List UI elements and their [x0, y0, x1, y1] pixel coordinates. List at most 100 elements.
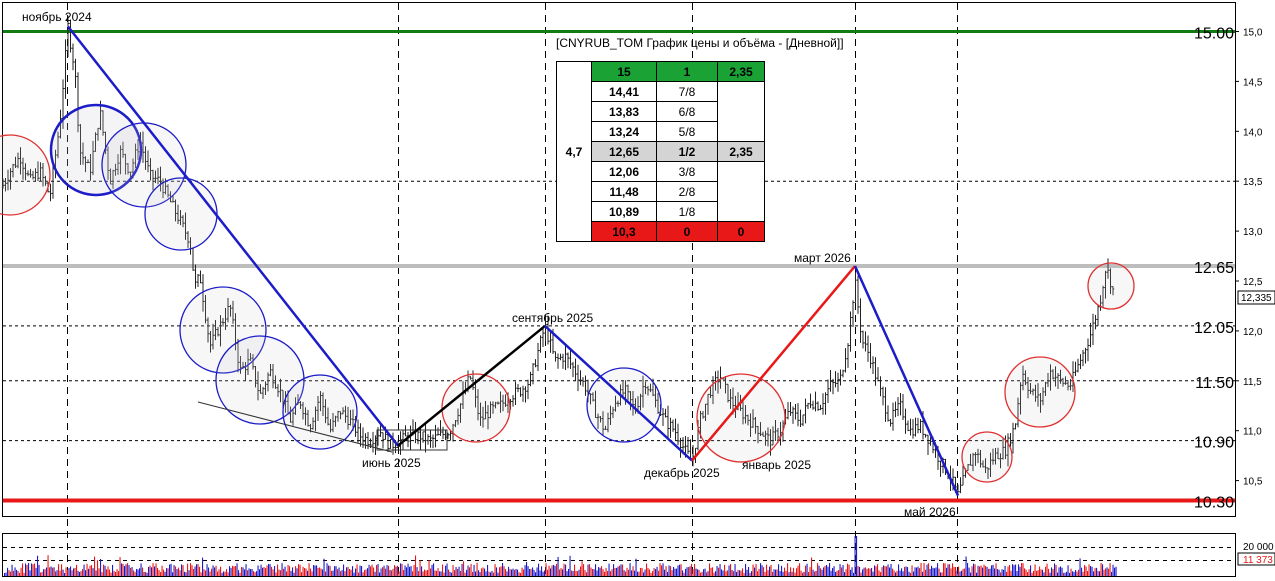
volume-bar: [745, 563, 747, 576]
volume-bar: [235, 566, 237, 576]
volume-bar: [932, 567, 934, 576]
volume-bar: [608, 563, 610, 576]
gann-fraction: 1/8: [656, 201, 718, 222]
volume-bar: [997, 569, 999, 576]
gann-range: [717, 161, 765, 182]
last-price-marker: 12,335: [1237, 290, 1275, 305]
candle: [514, 381, 517, 405]
candle: [49, 183, 52, 202]
volume-bar: [1105, 568, 1107, 576]
volume-bar: [1087, 570, 1089, 576]
date-separators: [67, 3, 958, 576]
volume-bar: [424, 569, 426, 576]
volume-bar: [107, 566, 109, 576]
volume-bar: [826, 565, 828, 576]
volume-bar: [829, 563, 831, 576]
volume-bar: [562, 569, 564, 576]
volume-bar: [248, 568, 250, 576]
volume-bar: [718, 567, 720, 576]
volume-bar: [68, 568, 70, 576]
cluster-circle: [0, 134, 51, 216]
volume-bar: [1051, 567, 1053, 576]
candle: [71, 43, 75, 71]
volume-bar: [259, 569, 261, 576]
volume-bar: [310, 568, 312, 576]
volume-bar: [629, 563, 631, 576]
volume-bar: [889, 567, 891, 576]
volume-bar: [560, 567, 562, 576]
volume-bar: [833, 566, 835, 576]
volume-bar: [146, 572, 148, 576]
y-tick-label: 11,0: [1243, 427, 1262, 438]
volume-bar: [490, 572, 492, 576]
volume-last-label: 11 373: [1243, 555, 1273, 566]
volume-bar: [581, 561, 583, 576]
candle: [566, 352, 570, 369]
volume-bar: [985, 566, 987, 576]
volume-bar: [226, 569, 228, 576]
volume-bar: [887, 564, 889, 576]
volume-bar: [529, 569, 531, 576]
volume-bar: [1045, 566, 1047, 576]
volume-bar: [365, 569, 367, 576]
volume-bar: [476, 562, 478, 576]
volume-bar: [1079, 558, 1081, 576]
volume-bar: [656, 566, 658, 576]
volume-bar: [743, 572, 745, 576]
volume-bar: [781, 565, 783, 576]
volume-bar: [512, 568, 514, 576]
volume-bar: [223, 571, 225, 576]
volume-bar: [923, 563, 925, 576]
gann-price: 15: [591, 61, 657, 82]
volume-bar: [103, 564, 105, 576]
candle: [1011, 422, 1015, 454]
volume-bar: [590, 567, 592, 576]
volume-bar: [326, 563, 328, 576]
volume-bar: [700, 572, 702, 576]
candle: [851, 300, 855, 327]
volume-bar: [521, 567, 523, 576]
volume-bar: [505, 569, 507, 576]
candle: [404, 425, 407, 437]
volume-bar: [478, 570, 480, 576]
gann-side-label: 4,7: [556, 61, 592, 242]
volume-bar: [862, 569, 864, 576]
volume-bar: [148, 566, 150, 576]
volume-bar: [898, 564, 900, 576]
candle: [896, 397, 900, 417]
gann-range: [717, 181, 765, 202]
volume-bar: [116, 569, 118, 576]
volume-bar: [739, 570, 741, 576]
volume-bar: [931, 565, 933, 576]
cluster-circle: [696, 373, 786, 463]
volume-bar: [1040, 569, 1042, 576]
volume-bar: [334, 566, 336, 576]
swing-label: март 2026: [794, 251, 851, 265]
volume-bar: [1028, 569, 1030, 576]
volume-bar: [101, 572, 103, 576]
candle: [1079, 354, 1082, 370]
volume-bar: [5, 572, 7, 576]
volume-bar: [253, 571, 255, 576]
volume-bar: [1001, 569, 1003, 576]
volume-bar: [703, 569, 705, 576]
volume-bar: [712, 567, 714, 576]
volume-bar: [772, 571, 774, 576]
volume-bar: [905, 566, 907, 576]
volume-bar: [839, 564, 841, 576]
volume-bar: [455, 567, 457, 576]
volume-bar: [578, 569, 580, 576]
volume-bar: [800, 570, 802, 576]
volume-bar: [304, 568, 306, 576]
volume-bar: [307, 570, 309, 576]
volume-bar: [83, 564, 85, 576]
volume-bar: [626, 567, 628, 576]
volume-bar: [283, 568, 285, 576]
gann-fraction: 0: [656, 221, 718, 242]
volume-bar: [893, 570, 895, 576]
volume-bar: [901, 568, 903, 576]
volume-bar: [910, 572, 912, 576]
volume-bar: [532, 567, 534, 576]
volume-bar: [782, 571, 784, 576]
volume-bar: [920, 563, 922, 576]
